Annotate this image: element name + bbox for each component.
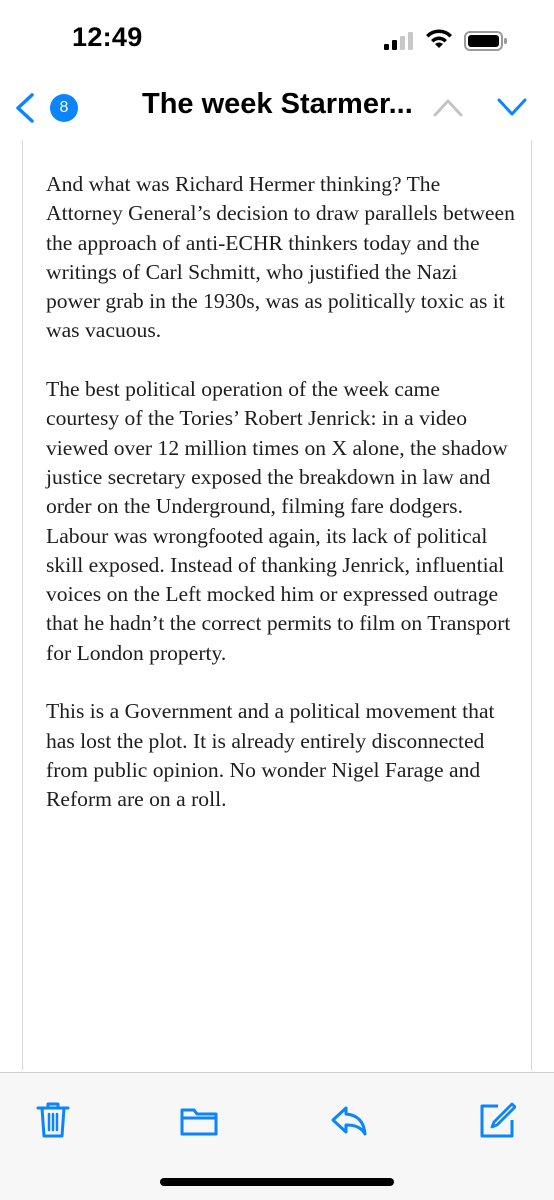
status-time: 12:49 bbox=[72, 22, 143, 52]
unread-count-badge[interactable]: 8 bbox=[50, 94, 78, 122]
folder-icon[interactable] bbox=[180, 1100, 218, 1140]
up-chevron-icon[interactable] bbox=[432, 96, 464, 118]
battery-icon bbox=[464, 31, 507, 51]
home-indicator[interactable] bbox=[160, 1178, 394, 1186]
compose-icon[interactable] bbox=[478, 1100, 516, 1140]
trash-icon[interactable] bbox=[34, 1100, 72, 1140]
message-body: And what was Richard Hermer thinking? Th… bbox=[46, 170, 516, 844]
back-chevron-icon[interactable] bbox=[12, 92, 38, 124]
wifi-icon bbox=[426, 29, 452, 48]
paragraph: This is a Government and a political mov… bbox=[46, 699, 495, 812]
reply-icon[interactable] bbox=[330, 1100, 368, 1140]
status-bar: 12:49 bbox=[0, 0, 554, 80]
message-subject-title: The week Starmer... bbox=[142, 88, 413, 120]
signal-icon bbox=[384, 32, 413, 50]
paragraph: The best political operation of the week… bbox=[46, 377, 511, 665]
paragraph: And what was Richard Hermer thinking? Th… bbox=[46, 172, 515, 343]
down-chevron-icon[interactable] bbox=[496, 96, 528, 118]
status-icons bbox=[354, 0, 554, 80]
